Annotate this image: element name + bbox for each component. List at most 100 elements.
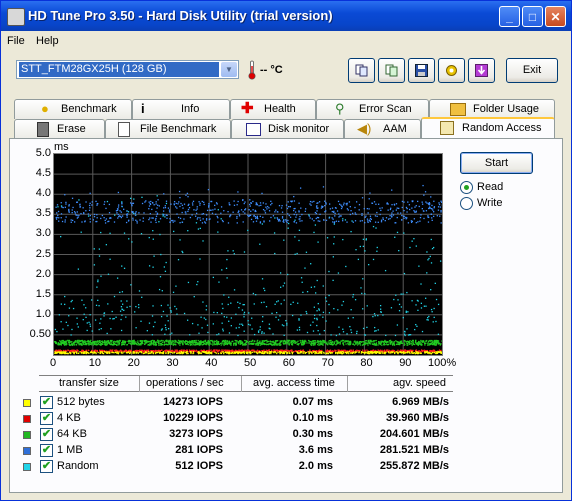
data-point [148, 236, 150, 239]
tab-folder-usage[interactable]: Folder Usage [429, 99, 555, 119]
data-point [100, 231, 102, 234]
data-point [111, 351, 113, 354]
series-checkbox[interactable]: ✔ [40, 396, 53, 409]
exit-button[interactable]: Exit [506, 58, 558, 83]
data-point [395, 203, 398, 205]
write-radio[interactable] [460, 197, 473, 210]
data-point [87, 342, 89, 344]
data-point [394, 236, 396, 238]
tab-random-access[interactable]: Random Access [421, 117, 555, 139]
data-point [79, 351, 81, 353]
data-point [130, 343, 133, 345]
tab-erase[interactable]: Erase [14, 119, 105, 139]
data-point [161, 349, 163, 351]
data-point [298, 218, 300, 220]
data-point [437, 333, 440, 335]
y-tick-label: 0.50 [29, 327, 51, 340]
save-button[interactable] [408, 58, 435, 83]
data-point [403, 342, 406, 344]
data-point [289, 342, 291, 344]
data-point [70, 300, 72, 303]
tab-benchmark[interactable]: ● Benchmark [14, 99, 132, 119]
data-point [85, 201, 87, 203]
data-point [414, 211, 416, 213]
data-point [233, 342, 235, 344]
temperature-readout: -- °C [260, 64, 283, 76]
options-button[interactable] [438, 58, 465, 83]
data-point [109, 232, 111, 234]
tab-disk-monitor[interactable]: Disk monitor [231, 119, 344, 139]
series-1-mb [55, 184, 442, 224]
data-point [202, 240, 204, 242]
data-point [259, 351, 261, 354]
data-point [280, 303, 282, 305]
header-transfer-size: transfer size [59, 377, 119, 389]
data-point [309, 324, 312, 326]
start-button[interactable]: Start [460, 152, 533, 174]
data-point [230, 344, 232, 346]
data-point [235, 313, 237, 315]
data-point [282, 342, 284, 344]
menu-help[interactable]: Help [36, 35, 59, 47]
tab-file-benchmark[interactable]: File Benchmark [105, 119, 231, 139]
data-point [354, 351, 357, 353]
data-point [348, 201, 351, 203]
data-point [109, 352, 111, 354]
menu-file[interactable]: File [7, 35, 25, 47]
data-point [406, 328, 408, 330]
data-point [124, 341, 126, 344]
data-point [242, 211, 244, 213]
data-point [308, 342, 310, 344]
data-point [183, 203, 186, 205]
data-point [122, 352, 124, 354]
maximize-button[interactable]: □ [522, 6, 543, 27]
data-point [375, 339, 377, 342]
download-button[interactable] [468, 58, 495, 83]
data-point [209, 218, 211, 220]
minimize-button[interactable]: _ [499, 6, 520, 27]
data-point [152, 325, 155, 328]
tab-label: Error Scan [359, 103, 412, 115]
title-bar[interactable]: HD Tune Pro 3.50 - Hard Disk Utility (tr… [1, 1, 571, 31]
data-point [367, 220, 369, 222]
data-point [85, 307, 87, 309]
data-point [302, 291, 304, 293]
tab-health[interactable]: ✚ Health [230, 99, 316, 119]
data-point [333, 243, 335, 245]
data-point [385, 217, 388, 219]
data-point [138, 306, 140, 309]
data-point [424, 191, 427, 193]
data-point [89, 192, 91, 194]
data-point [368, 198, 370, 200]
data-point [398, 310, 401, 312]
series-color-swatch [23, 463, 31, 471]
series-checkbox[interactable]: ✔ [40, 428, 53, 441]
data-point [222, 330, 224, 332]
data-point [205, 218, 208, 220]
data-point [148, 201, 150, 203]
close-button[interactable]: ✕ [545, 6, 566, 27]
series-checkbox[interactable]: ✔ [40, 460, 53, 473]
data-point [375, 330, 377, 332]
data-point [201, 213, 203, 215]
data-point [356, 332, 358, 335]
drive-select[interactable]: STT_FTM28GX25H (128 GB) ▼ [16, 60, 239, 79]
tab-info[interactable]: i Info [132, 99, 230, 119]
read-radio[interactable] [460, 181, 473, 194]
data-point [54, 352, 56, 355]
series-checkbox[interactable]: ✔ [40, 444, 53, 457]
data-point [274, 252, 276, 255]
series-checkbox[interactable]: ✔ [40, 412, 53, 425]
tab-error-scan[interactable]: ⚲ Error Scan [316, 99, 429, 119]
data-point [312, 330, 315, 332]
data-point [234, 349, 237, 351]
copy-text-button[interactable] [378, 58, 405, 83]
tab-aam[interactable]: ◀) AAM [344, 119, 421, 139]
data-point [159, 276, 162, 278]
data-point [292, 342, 294, 344]
chevron-down-icon[interactable]: ▼ [221, 62, 237, 77]
data-point [262, 351, 264, 353]
data-point [411, 240, 413, 242]
copy-info-button[interactable] [348, 58, 375, 83]
data-point [227, 222, 230, 224]
